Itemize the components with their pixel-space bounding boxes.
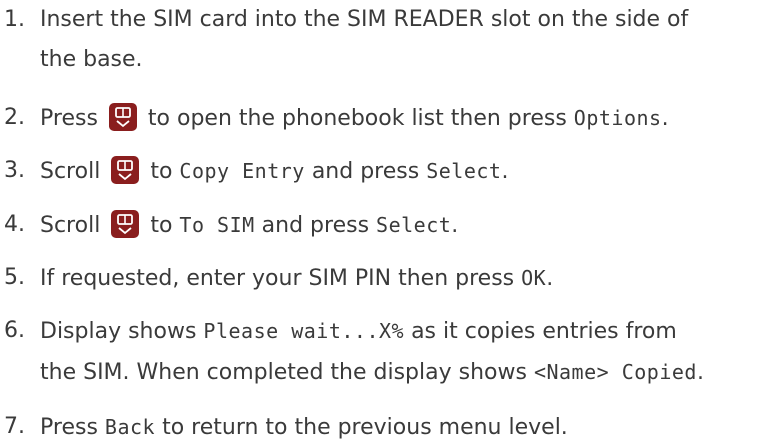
step-number: 2. (4, 105, 25, 130)
step-text: Display shows Please wait...X% as it cop… (40, 313, 704, 391)
phonebook-key-icon (111, 210, 140, 238)
step-text: Scroll to Copy Entry and press Select. (40, 153, 508, 190)
step-2: 2. Press to open the phonebook list then… (0, 100, 669, 137)
step-1: 1. Insert the SIM card into the SIM READ… (0, 2, 688, 78)
step-text-segment: to (150, 159, 173, 184)
step-6: 6. Display shows Please wait...X% as it … (0, 313, 704, 391)
step-text-segment: Scroll (40, 159, 101, 184)
step-5: 5. If requested, enter your SIM PIN then… (0, 260, 553, 297)
step-text-segment: Press (40, 106, 98, 131)
step-text-segment: Press (40, 415, 98, 440)
display-text: Back (104, 415, 156, 439)
display-text: Copy Entry (179, 159, 305, 183)
step-text: Scroll to To SIM and press Select. (40, 207, 458, 244)
step-text-segment: If requested, enter your SIM PIN then pr… (40, 266, 515, 291)
step-text: Press to open the phonebook list then pr… (40, 100, 669, 137)
step-text: If requested, enter your SIM PIN then pr… (40, 260, 553, 297)
step-text-segment: . (696, 360, 704, 385)
step-number: 4. (4, 212, 25, 237)
display-text: OK (521, 266, 547, 290)
step-line: the base. (40, 47, 143, 72)
phonebook-key-icon (108, 103, 137, 131)
phonebook-key-icon (111, 156, 140, 184)
display-text: To SIM (179, 213, 255, 237)
step-line: Display shows Please wait...X% as it cop… (40, 313, 704, 350)
step-number: 3. (4, 158, 25, 183)
step-text-segment: . (661, 106, 669, 131)
step-text-segment: . (451, 213, 459, 238)
step-text-segment: Scroll (40, 213, 101, 238)
step-text-segment: to open the phonebook list then press (147, 106, 567, 131)
step-text-segment: to (150, 213, 173, 238)
step-text-segment: . (501, 159, 509, 184)
step-text: Press Back to return to the previous men… (40, 409, 568, 446)
step-line: the SIM. When completed the display show… (40, 354, 704, 391)
step-number: 7. (4, 414, 25, 439)
step-4: 4. Scroll to To SIM and press Select. (0, 207, 458, 244)
step-3: 3. Scroll to Copy Entry and press Select… (0, 153, 508, 190)
step-text-segment: as it copies entries from (411, 319, 677, 344)
display-text: Select (426, 159, 502, 183)
step-text-segment: to return to the previous menu level. (162, 415, 568, 440)
step-line: Insert the SIM card into the SIM READER … (40, 7, 689, 32)
step-text-segment: Display shows (40, 319, 197, 344)
display-text: Please wait...X% (203, 319, 405, 343)
step-text-segment: and press (311, 159, 420, 184)
step-text-segment: . (546, 266, 554, 291)
step-number: 5. (4, 265, 25, 290)
display-text: <Name> Copied (533, 360, 697, 384)
display-text: Select (376, 213, 452, 237)
step-number: 6. (4, 318, 25, 343)
step-7: 7. Press Back to return to the previous … (0, 409, 568, 446)
step-text: Insert the SIM card into the SIM READER … (40, 2, 688, 78)
display-text: Options (573, 106, 662, 130)
step-number: 1. (4, 7, 25, 32)
step-text-segment: the SIM. When completed the display show… (40, 360, 527, 385)
step-text-segment: and press (261, 213, 370, 238)
